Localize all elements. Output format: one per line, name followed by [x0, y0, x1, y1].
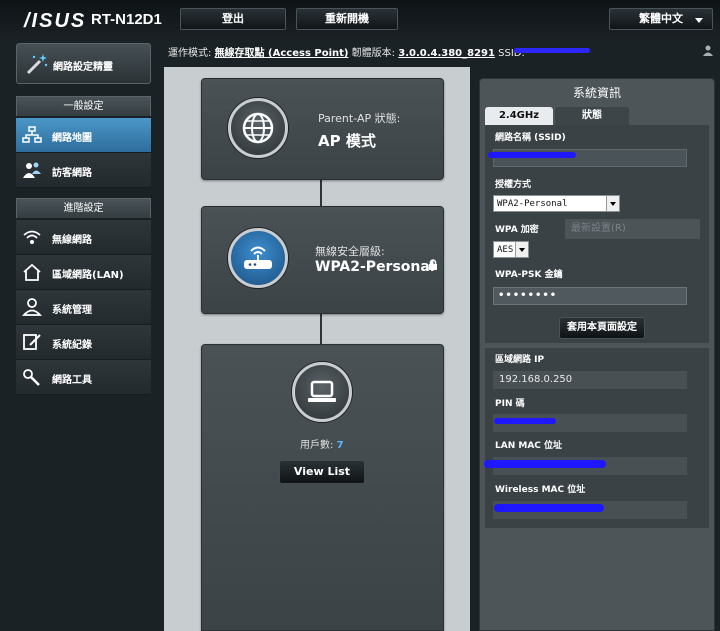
security-level-label: 無線安全層級: — [315, 245, 385, 258]
sidebar-item-label: 網路工具 — [52, 375, 92, 386]
pin-code-label: PIN 碼 — [495, 399, 525, 409]
lan-ip-label: 區域網路 IP — [495, 355, 545, 365]
wpa-psk-key-input[interactable]: •••••••• — [493, 287, 687, 305]
lan-mac-label: LAN MAC 位址 — [495, 441, 563, 451]
firmware-link[interactable]: 3.0.0.4.380_8291 — [398, 48, 495, 59]
sidebar-item-wireless[interactable]: 無線網路 — [16, 220, 151, 255]
clients-count-label: 用戶數: — [300, 440, 334, 451]
tab-2-4ghz[interactable]: 2.4GHz — [485, 107, 553, 125]
pin-code-redaction — [494, 418, 556, 424]
magic-wand-icon — [26, 54, 48, 75]
sidebar-item-label: 區域網路(LAN) — [52, 270, 124, 281]
operation-mode-label: 運作模式: — [168, 48, 212, 59]
reboot-button[interactable]: 重新開機 — [296, 8, 398, 30]
logout-button[interactable]: 登出 — [180, 8, 286, 30]
sidebar-item-label: 網路地圖 — [52, 133, 92, 144]
quick-setup-wizard-button[interactable]: 網路設定精靈 — [16, 43, 151, 84]
computer-icon — [292, 362, 352, 422]
wpa-encryption-label: WPA 加密 — [495, 225, 539, 235]
advanced-settings-header: 進階設定 — [16, 198, 151, 218]
parent-ap-status-value: AP 模式 — [318, 132, 376, 150]
ssid-redaction — [514, 48, 590, 53]
ghost-tooltip: 最新設置(R) — [565, 219, 700, 239]
operation-mode-link[interactable]: 無線存取點 (Access Point) — [215, 48, 349, 59]
sidebar-item-network-map[interactable]: 網路地圖 — [16, 118, 151, 153]
wireless-icon — [23, 230, 41, 244]
ssid-field-label: 網路名稱 (SSID) — [495, 133, 566, 143]
parent-ap-status-label: Parent-AP 狀態: — [318, 112, 401, 125]
auth-method-select[interactable]: WPA2-Personal — [493, 195, 620, 212]
apply-settings-button[interactable]: 套用本頁面設定 — [559, 317, 645, 339]
general-settings-header: 一般設定 — [16, 96, 151, 116]
wpa-encryption-select[interactable]: AES — [493, 241, 529, 258]
lan-mac-redaction — [484, 460, 606, 468]
language-label: 繁體中文 — [639, 12, 683, 25]
wpa-encryption-value: AES — [497, 245, 514, 255]
top-bar: /ISUS RT-N12D1 登出 重新開機 繁體中文 — [0, 0, 720, 38]
asus-logo: /ISUS — [24, 10, 87, 32]
chevron-down-icon — [515, 242, 528, 257]
chevron-down-icon — [695, 18, 703, 23]
sidebar-item-system-log[interactable]: 系統紀錄 — [16, 325, 151, 360]
language-select[interactable]: 繁體中文 — [609, 8, 713, 30]
user-icon[interactable] — [702, 44, 714, 56]
lock-icon — [429, 259, 437, 270]
sidebar-item-label: 系統管理 — [52, 305, 92, 316]
security-level-value: WPA2-Personal — [315, 259, 435, 275]
status-line: 運作模式: 無線存取點 (Access Point) 韌體版本: 3.0.0.4… — [168, 44, 720, 59]
sidebar-item-label: 系統紀錄 — [52, 340, 92, 351]
wpa-psk-key-label: WPA-PSK 金鑰 — [495, 270, 563, 280]
sidebar-item-label: 無線網路 — [52, 235, 92, 246]
wireless-mac-label: Wireless MAC 位址 — [495, 485, 586, 495]
sidebar-item-lan[interactable]: 區域網路(LAN) — [16, 255, 151, 290]
ssid-redaction — [488, 152, 576, 158]
lan-home-icon — [23, 263, 41, 281]
view-list-button[interactable]: View List — [279, 460, 365, 484]
tab-status[interactable]: 狀態 — [555, 107, 629, 125]
auth-method-label: 授權方式 — [495, 180, 532, 190]
quick-setup-label: 網路設定精靈 — [53, 62, 113, 73]
clients-count-value: 7 — [336, 440, 344, 451]
sidebar-item-administration[interactable]: 系統管理 — [16, 290, 151, 325]
sidebar-item-guest-network[interactable]: 訪客網路 — [16, 153, 151, 188]
auth-method-value: WPA2-Personal — [497, 199, 568, 209]
wireless-mac-redaction — [494, 504, 604, 512]
network-tools-icon — [23, 369, 40, 386]
router-icon — [228, 228, 288, 288]
sidebar-item-label: 訪客網路 — [52, 168, 92, 179]
connector-line — [320, 314, 322, 344]
globe-icon — [228, 98, 288, 158]
system-log-icon — [23, 334, 41, 350]
system-info-title: 系統資訊 — [572, 86, 621, 100]
network-map-icon — [22, 126, 42, 143]
connector-line — [320, 180, 322, 206]
chevron-down-icon — [606, 196, 619, 211]
admin-icon — [22, 298, 42, 316]
lan-ip-value: 192.168.0.250 — [499, 374, 573, 385]
sidebar-item-network-tools[interactable]: 網路工具 — [16, 360, 151, 395]
router-model: RT-N12D1 — [91, 11, 162, 28]
guest-network-icon — [23, 162, 41, 178]
firmware-label: 韌體版本: — [351, 48, 396, 59]
clients-count-row: 用戶數: 7 — [300, 436, 344, 451]
